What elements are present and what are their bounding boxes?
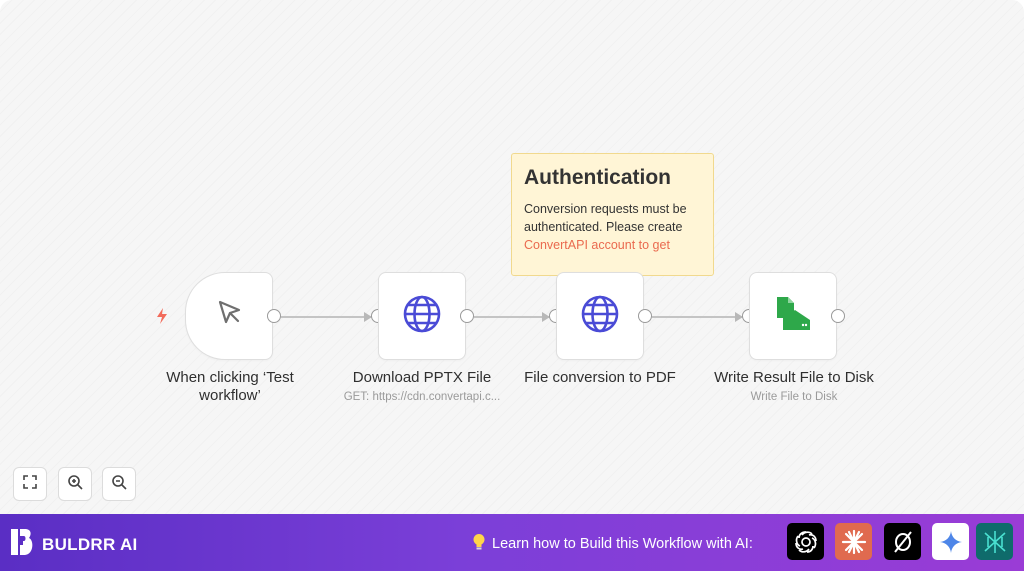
buldrr-logo-icon [10, 528, 34, 561]
trigger-bolt-icon [154, 307, 170, 330]
node-write-file-label: Write Result File to Disk [714, 369, 874, 386]
cursor-icon [211, 296, 247, 337]
node-download-pptx-label: Download PPTX File [352, 369, 492, 386]
node-download-pptx[interactable] [378, 272, 466, 360]
gemini-icon[interactable] [932, 523, 969, 560]
globe-icon [402, 294, 442, 339]
cta-text: Learn how to Build this Workflow with AI… [492, 536, 753, 552]
sticky-note-title: Authentication [524, 166, 671, 189]
connection-2[interactable] [474, 316, 549, 318]
fullscreen-icon [23, 474, 37, 494]
file-disk-icon [773, 294, 813, 339]
node-write-file-output-port[interactable] [831, 309, 845, 323]
node-manual-trigger-output-port[interactable] [267, 309, 281, 323]
node-write-file-subtitle: Write File to Disk [750, 391, 838, 403]
brand[interactable]: BULDRR AI [10, 528, 138, 561]
cta: Learn how to Build this Workflow with AI… [472, 533, 753, 555]
lightbulb-icon [472, 533, 486, 555]
node-download-pptx-subtitle: GET: https://cdn.convertapi.c... [343, 391, 501, 403]
connection-1[interactable] [281, 316, 371, 318]
sticky-note-authentication[interactable]: Authentication Conversion requests must … [511, 153, 714, 276]
node-file-conversion[interactable] [556, 272, 644, 360]
deepseek-icon[interactable] [976, 523, 1013, 560]
workflow-canvas[interactable]: When clicking ‘Test workflow’ Download P… [0, 0, 1024, 514]
brand-name: BULDRR AI [42, 534, 138, 554]
node-file-conversion-output-port[interactable] [638, 309, 652, 323]
zoom-in-icon [67, 474, 83, 495]
fit-view-button[interactable] [13, 467, 47, 501]
zoom-in-button[interactable] [58, 467, 92, 501]
zoom-out-icon [111, 474, 127, 495]
openai-icon[interactable] [787, 523, 824, 560]
zoom-out-button[interactable] [102, 467, 136, 501]
node-manual-trigger-label: When clicking ‘Test workflow’ [166, 369, 294, 404]
sticky-note-body: Conversion requests must be authenticate… [524, 202, 687, 252]
globe-icon [580, 294, 620, 339]
sticky-note-link[interactable]: ConvertAPI account to get [524, 238, 670, 252]
claude-icon[interactable] [835, 523, 872, 560]
node-download-pptx-output-port[interactable] [460, 309, 474, 323]
node-file-conversion-label: File conversion to PDF [524, 369, 676, 386]
connection-3[interactable] [652, 316, 742, 318]
perplexity-icon[interactable] [884, 523, 921, 560]
node-write-file[interactable] [749, 272, 837, 360]
node-manual-trigger[interactable] [185, 272, 273, 360]
